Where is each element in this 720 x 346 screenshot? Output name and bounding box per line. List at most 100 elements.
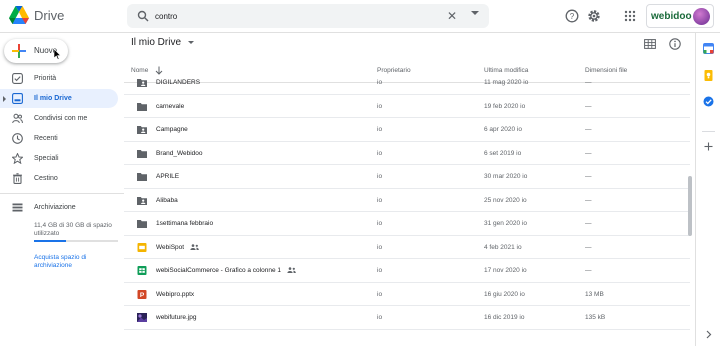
- account-switcher[interactable]: webidoo: [646, 4, 714, 28]
- file-owner: io: [377, 290, 383, 298]
- google-slides-icon: [137, 242, 147, 252]
- drive-logo[interactable]: Drive: [9, 6, 64, 24]
- apps-icon[interactable]: [623, 9, 637, 23]
- drive-logo-icon: [9, 6, 29, 24]
- star-icon: [12, 153, 23, 164]
- shared-people-icon: [287, 267, 296, 274]
- drive-app: Drive ✕ ? webi: [0, 0, 720, 346]
- table-row[interactable]: 1settimana febbraio io 31 gen 2020 io —: [124, 212, 690, 236]
- my-drive-icon: [12, 93, 23, 104]
- shared-people-icon: [190, 244, 199, 250]
- file-size: —: [585, 220, 592, 227]
- storage-usage-text: 11,4 GB di 30 GB di spazio utilizzato: [34, 222, 112, 237]
- file-size: 13 MB: [585, 290, 604, 298]
- scrollbar[interactable]: [687, 82, 693, 346]
- file-name: Campagne: [156, 126, 188, 133]
- sidebar-item-shared-with-me[interactable]: Condivisi con me: [0, 109, 118, 128]
- tasks-icon[interactable]: [703, 96, 714, 107]
- svg-text:?: ?: [570, 12, 575, 21]
- sidebar-item-label: Cestino: [34, 175, 58, 182]
- add-addon-icon[interactable]: [703, 141, 714, 152]
- file-modified: 16 giu 2020 io: [484, 290, 525, 298]
- side-panel: [695, 33, 720, 346]
- file-size: —: [585, 243, 592, 251]
- file-modified: 19 feb 2020 io: [484, 102, 526, 110]
- sidebar-item-trash[interactable]: Cestino: [0, 169, 118, 188]
- file-name: WebiSpot: [156, 244, 199, 251]
- file-size: 135 kB: [585, 314, 606, 321]
- grid-view-icon[interactable]: [644, 38, 656, 50]
- table-row[interactable]: Brand_Webidoo io 6 set 2019 io —: [124, 142, 690, 165]
- storage-bar-fill: [34, 240, 66, 242]
- storage-label: Archiviazione: [34, 204, 76, 211]
- settings-icon[interactable]: [587, 9, 601, 23]
- table-row[interactable]: APRILE io 30 mar 2020 io —: [124, 165, 690, 189]
- file-owner: io: [377, 314, 383, 321]
- keep-icon[interactable]: [703, 70, 714, 81]
- powerpoint-icon: P: [137, 289, 147, 299]
- help-icon[interactable]: ?: [565, 9, 579, 23]
- file-owner: io: [377, 173, 383, 180]
- avatar[interactable]: [693, 8, 710, 25]
- file-owner: io: [377, 102, 383, 110]
- table-row[interactable]: webiSocialCommerce - Grafico a colonne 1…: [124, 259, 690, 283]
- buy-storage-link[interactable]: Acquista spazio di archiviazione: [34, 254, 118, 270]
- sidebar-item-storage[interactable]: Archiviazione: [0, 198, 118, 217]
- file-size: —: [585, 149, 592, 157]
- file-modified: 6 set 2019 io: [484, 149, 522, 157]
- file-owner: io: [377, 267, 383, 274]
- file-name: webiSocialCommerce - Grafico a colonne 1: [156, 267, 296, 274]
- file-name: 1settimana febbraio: [156, 220, 214, 227]
- calendar-icon[interactable]: [703, 43, 714, 54]
- sidebar-item-label: Speciali: [34, 155, 59, 162]
- search-bar[interactable]: ✕: [127, 4, 489, 28]
- info-icon[interactable]: [669, 38, 681, 50]
- storage-icon: [12, 203, 23, 212]
- page-title[interactable]: Il mio Drive: [131, 37, 195, 48]
- shared-folder-icon: [137, 126, 147, 134]
- app-name: Drive: [34, 7, 65, 23]
- side-panel-divider: [702, 131, 715, 132]
- file-modified: 6 apr 2020 io: [484, 126, 522, 133]
- file-name: Alibaba: [156, 196, 178, 204]
- sidebar-item-my-drive[interactable]: Il mio Drive: [0, 89, 118, 108]
- file-modified: 11 mag 2020 io: [484, 79, 529, 86]
- search-input[interactable]: [155, 8, 435, 24]
- expand-caret-icon[interactable]: [3, 95, 6, 102]
- table-row[interactable]: webifuture.jpg io 16 dic 2019 io 135 kB: [124, 306, 690, 330]
- sidebar-item-label: Recenti: [34, 135, 58, 142]
- plus-icon: [12, 44, 26, 58]
- table-row[interactable]: P Webipro.pptx io 16 giu 2020 io 13 MB: [124, 283, 690, 306]
- search-options-icon[interactable]: [471, 11, 479, 15]
- sidebar-item-label: Priorità: [34, 75, 57, 82]
- scrollbar-thumb[interactable]: [688, 176, 692, 236]
- image-thumbnail-icon: [137, 313, 147, 322]
- file-size: —: [585, 267, 592, 274]
- svg-text:P: P: [140, 292, 145, 299]
- table-row[interactable]: carnevale io 19 feb 2020 io —: [124, 95, 690, 118]
- file-size: —: [585, 196, 592, 204]
- file-modified: 4 feb 2021 io: [484, 243, 522, 251]
- brand-logo: webidoo: [651, 10, 692, 22]
- file-size: —: [585, 126, 592, 133]
- shared-folder-icon: [137, 196, 147, 205]
- sidebar-item-recent[interactable]: Recenti: [0, 129, 118, 148]
- file-size: —: [585, 173, 592, 180]
- sidebar-item-label: Il mio Drive: [34, 95, 72, 102]
- expand-icon[interactable]: [703, 329, 714, 340]
- search-icon[interactable]: [137, 10, 149, 22]
- sidebar-item-starred[interactable]: Speciali: [0, 149, 118, 168]
- sidebar-item-priority[interactable]: Priorità: [0, 69, 118, 88]
- clear-icon[interactable]: ✕: [447, 9, 457, 23]
- top-bar: Drive ✕ ? webi: [0, 0, 720, 33]
- table-row[interactable]: Alibaba io 25 nov 2020 io —: [124, 189, 690, 212]
- page-title-text: Il mio Drive: [131, 37, 182, 48]
- file-name: Webipro.pptx: [156, 290, 195, 298]
- sidebar-item-label: Condivisi con me: [34, 115, 88, 122]
- table-row[interactable]: Campagne io 6 apr 2020 io —: [124, 118, 690, 142]
- file-owner: io: [377, 196, 383, 204]
- table-row[interactable]: DIGILANDERS io 11 mag 2020 io —: [124, 71, 690, 95]
- file-owner: io: [377, 149, 383, 157]
- table-row[interactable]: WebiSpot io 4 feb 2021 io —: [124, 236, 690, 259]
- file-modified: 25 nov 2020 io: [484, 196, 527, 204]
